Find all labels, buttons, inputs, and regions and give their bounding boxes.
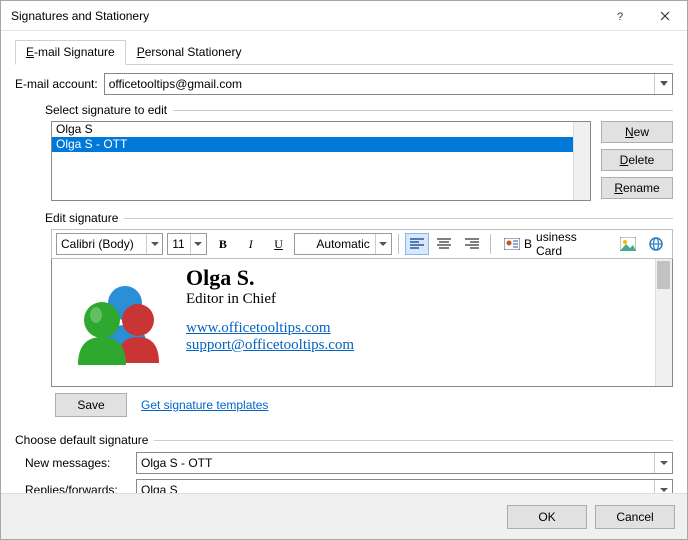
under-edit-row: Save Get signature templates	[51, 393, 673, 417]
edit-signature-label: Edit signature	[45, 211, 118, 225]
italic-button[interactable]: I	[239, 233, 263, 255]
chevron-down-icon	[190, 234, 206, 254]
new-button[interactable]: New	[601, 121, 673, 143]
signature-list-area: Olga S Olga S - OTT New Delete Rename	[15, 121, 673, 201]
help-button[interactable]: ?	[597, 1, 642, 31]
signature-preview: Olga S. Editor in Chief www.officetoolti…	[52, 259, 362, 386]
list-item[interactable]: Olga S - OTT	[52, 137, 590, 152]
dialog-content: E-mail Signature Personal Stationery E-m…	[1, 31, 687, 493]
tab-email-signature[interactable]: E-mail Signature	[15, 40, 126, 65]
signature-role: Editor in Chief	[186, 291, 354, 308]
rename-button[interactable]: Rename	[601, 177, 673, 199]
align-center-icon	[437, 238, 451, 250]
choose-default-group: Choose default signature New messages: O…	[15, 425, 673, 493]
new-messages-label: New messages:	[25, 456, 130, 470]
align-right-button[interactable]	[460, 233, 484, 255]
tab-bar: E-mail Signature Personal Stationery	[15, 39, 673, 65]
dialog-window: Signatures and Stationery ? E-mail Signa…	[0, 0, 688, 540]
choose-default-label: Choose default signature	[15, 433, 148, 447]
scrollbar[interactable]	[573, 122, 590, 200]
people-icon	[60, 265, 168, 365]
delete-button[interactable]: Delete	[601, 149, 673, 171]
align-left-icon	[410, 238, 424, 250]
tab-personal-stationery[interactable]: Personal Stationery	[126, 40, 253, 65]
signature-name: Olga S.	[186, 265, 354, 291]
email-account-value: officetooltips@gmail.com	[109, 77, 242, 91]
chevron-down-icon	[146, 234, 162, 254]
select-signature-label: Select signature to edit	[45, 103, 167, 117]
help-icon: ?	[614, 10, 626, 22]
insert-picture-button[interactable]	[616, 233, 640, 255]
font-color-select[interactable]: Automatic	[294, 233, 391, 255]
chevron-down-icon	[654, 480, 672, 493]
email-account-combo[interactable]: officetooltips@gmail.com	[104, 73, 673, 95]
business-card-button[interactable]: Business Card	[497, 233, 612, 255]
chevron-down-icon	[654, 453, 672, 473]
align-center-button[interactable]	[433, 233, 457, 255]
hyperlink-icon	[648, 236, 664, 252]
window-title: Signatures and Stationery	[11, 9, 597, 23]
titlebar: Signatures and Stationery ?	[1, 1, 687, 31]
select-signature-group: Select signature to edit	[15, 103, 673, 117]
font-select[interactable]: Calibri (Body)	[56, 233, 163, 255]
signature-website-link[interactable]: www.officetooltips.com	[186, 320, 331, 336]
bold-button[interactable]: B	[211, 233, 235, 255]
font-size-select[interactable]: 11	[167, 233, 207, 255]
business-card-icon	[504, 238, 520, 250]
close-button[interactable]	[642, 1, 687, 31]
align-right-icon	[465, 238, 479, 250]
insert-hyperlink-button[interactable]	[644, 233, 668, 255]
edit-toolbar: Calibri (Body) 11 B I U Automatic	[51, 229, 673, 259]
ok-button[interactable]: OK	[507, 505, 587, 529]
chevron-down-icon	[375, 234, 391, 254]
signature-listbox[interactable]: Olga S Olga S - OTT	[51, 121, 591, 201]
align-left-button[interactable]	[405, 233, 429, 255]
signature-buttons: New Delete Rename	[601, 121, 673, 201]
signature-edit-area[interactable]: Olga S. Editor in Chief www.officetoolti…	[51, 259, 673, 387]
email-account-label: E-mail account:	[15, 77, 98, 91]
save-button[interactable]: Save	[55, 393, 127, 417]
signature-email-link[interactable]: support@officetooltips.com	[186, 337, 354, 353]
templates-link[interactable]: Get signature templates	[141, 398, 268, 412]
underline-button[interactable]: U	[267, 233, 291, 255]
picture-icon	[620, 237, 636, 251]
replies-forwards-combo[interactable]: Olga S	[136, 479, 673, 493]
list-item[interactable]: Olga S	[52, 122, 590, 137]
close-icon	[660, 11, 670, 21]
new-messages-combo[interactable]: Olga S - OTT	[136, 452, 673, 474]
email-account-row: E-mail account: officetooltips@gmail.com	[15, 73, 673, 95]
replies-forwards-label: Replies/forwards:	[25, 483, 130, 493]
dialog-footer: OK Cancel	[1, 493, 687, 539]
scrollbar[interactable]	[655, 259, 672, 386]
cancel-button[interactable]: Cancel	[595, 505, 675, 529]
svg-text:?: ?	[616, 11, 622, 22]
chevron-down-icon	[654, 74, 672, 94]
edit-signature-group: Edit signature	[15, 211, 673, 225]
